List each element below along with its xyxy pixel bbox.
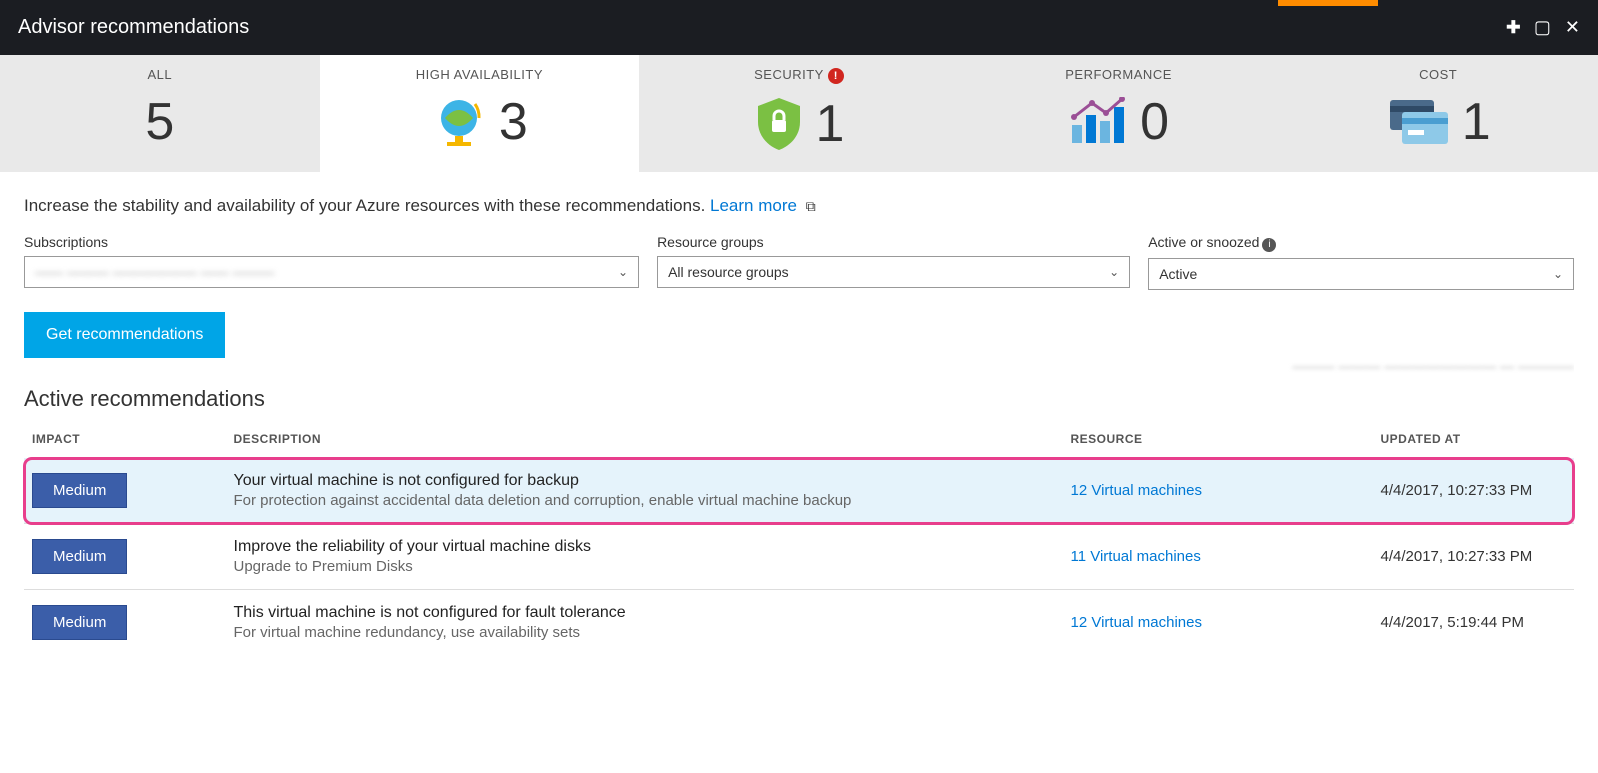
tab-all-count: 5 [145,92,174,152]
recommendation-subtitle: Upgrade to Premium Disks [234,558,1055,575]
impact-badge: Medium [32,539,127,574]
tab-security[interactable]: SECURITY! 1 [639,55,959,172]
col-updated[interactable]: UPDATED AT [1373,424,1575,458]
tab-all[interactable]: ALL 5 [0,55,320,172]
active-select[interactable]: Active ⌄ [1148,258,1574,290]
window-controls: ✖ ▢ ✕ [1505,17,1580,38]
subscriptions-label: Subscriptions [24,234,639,250]
filter-bar: Subscriptions —— ——— —————— —— ——— ⌄ Res… [24,234,1574,290]
accent-bar [1278,0,1378,6]
shield-icon [754,96,804,152]
page-title: Advisor recommendations [18,16,249,39]
tab-perf-label: PERFORMANCE [959,67,1279,82]
section-heading: Active recommendations [24,386,1574,412]
globe-icon [431,94,487,150]
tab-all-label: ALL [0,67,320,82]
resource-link[interactable]: 12 Virtual machines [1071,614,1202,631]
col-impact[interactable]: IMPACT [24,424,226,458]
tab-cost[interactable]: COST 1 [1278,55,1598,172]
category-tabs: ALL 5 HIGH AVAILABILITY 3 SECURITY! 1 PE… [0,55,1598,172]
tab-perf-count: 0 [1140,92,1169,152]
col-description[interactable]: DESCRIPTION [226,424,1063,458]
resource-groups-value: All resource groups [668,264,789,280]
external-link-icon: ⧉ [806,198,816,214]
chevron-down-icon: ⌄ [1553,267,1563,281]
tab-sec-label: SECURITY! [639,67,959,84]
main-content: Increase the stability and availability … [0,172,1598,655]
scope-text: ——— ——— ———————— — ———— [1292,358,1574,374]
filter-resource-groups: Resource groups All resource groups ⌄ [657,234,1130,290]
tab-ha-label: HIGH AVAILABILITY [320,67,640,82]
subscriptions-select[interactable]: —— ——— —————— —— ——— ⌄ [24,256,639,288]
table-row[interactable]: Medium This virtual machine is not config… [24,590,1574,656]
title-bar: Advisor recommendations ✖ ▢ ✕ [0,0,1598,55]
updated-at: 4/4/2017, 5:19:44 PM [1373,590,1575,656]
active-value: Active [1159,266,1197,282]
recommendation-title: Your virtual machine is not configured f… [234,472,1055,490]
chevron-down-icon: ⌄ [1109,265,1119,279]
close-icon[interactable]: ✕ [1565,17,1580,38]
tab-performance[interactable]: PERFORMANCE 0 [959,55,1279,172]
chevron-down-icon: ⌄ [618,265,628,279]
alert-icon: ! [828,68,844,84]
card-icon [1386,98,1450,146]
filter-active: Active or snoozedi Active ⌄ [1148,234,1574,290]
recommendation-subtitle: For protection against accidental data d… [234,492,1055,509]
resource-groups-select[interactable]: All resource groups ⌄ [657,256,1130,288]
impact-badge: Medium [32,605,127,640]
resource-link[interactable]: 11 Virtual machines [1071,548,1201,565]
resource-link[interactable]: 12 Virtual machines [1071,482,1202,499]
impact-badge: Medium [32,473,127,508]
info-icon[interactable]: i [1262,238,1276,252]
pin-icon[interactable]: ✖ [1500,15,1526,41]
tab-cost-label: COST [1278,67,1598,82]
tab-ha-count: 3 [499,92,528,152]
resource-groups-label: Resource groups [657,234,1130,250]
updated-at: 4/4/2017, 10:27:33 PM [1373,458,1575,524]
tab-cost-count: 1 [1462,92,1491,152]
tab-sec-count: 1 [816,94,845,154]
active-label: Active or snoozedi [1148,234,1574,252]
recommendation-subtitle: For virtual machine redundancy, use avai… [234,624,1055,641]
col-resource[interactable]: RESOURCE [1063,424,1373,458]
recommendation-title: Improve the reliability of your virtual … [234,538,1055,556]
table-row[interactable]: Medium Improve the reliability of your vi… [24,524,1574,590]
recommendation-title: This virtual machine is not configured f… [234,604,1055,622]
table-header-row: IMPACT DESCRIPTION RESOURCE UPDATED AT [24,424,1574,458]
updated-at: 4/4/2017, 10:27:33 PM [1373,524,1575,590]
learn-more-link[interactable]: Learn more [710,196,797,215]
table-row[interactable]: Medium Your virtual machine is not config… [24,458,1574,524]
maximize-icon[interactable]: ▢ [1534,17,1551,38]
recommendations-table: IMPACT DESCRIPTION RESOURCE UPDATED AT M… [24,424,1574,655]
chart-icon [1068,97,1128,147]
intro-text: Increase the stability and availability … [24,196,1574,216]
subscriptions-value: —— ——— —————— —— ——— [35,264,275,280]
intro-body: Increase the stability and availability … [24,196,710,215]
get-recommendations-button[interactable]: Get recommendations [24,312,225,358]
tab-high-availability[interactable]: HIGH AVAILABILITY 3 [320,55,640,172]
filter-subscriptions: Subscriptions —— ——— —————— —— ——— ⌄ [24,234,639,290]
